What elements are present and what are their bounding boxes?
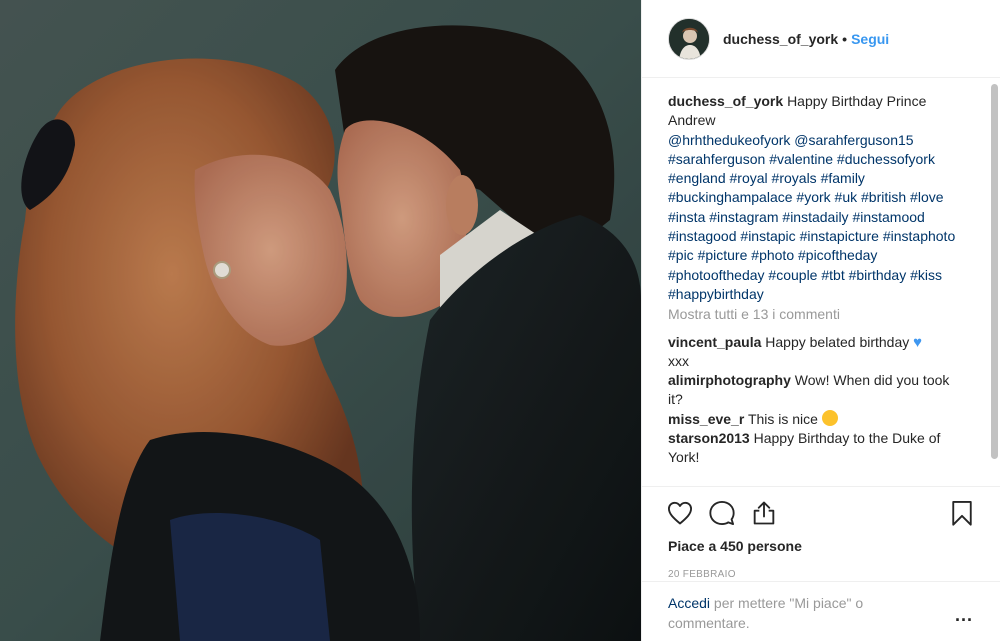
hashtag[interactable]: #couple — [768, 267, 817, 283]
comment-username[interactable]: alimirphotography — [668, 372, 791, 388]
post-photo[interactable] — [0, 0, 641, 641]
hashtag[interactable]: #photooftheday — [668, 267, 765, 283]
comment-text-continued: xxx — [668, 352, 689, 369]
hashtag[interactable]: #instagood — [668, 228, 737, 244]
hashtag[interactable]: #sarahferguson — [668, 151, 765, 167]
heart-outline-icon[interactable] — [666, 499, 694, 527]
smiling-face-emoji-icon — [821, 409, 838, 426]
follow-button[interactable]: Segui — [851, 31, 889, 47]
avatar[interactable] — [668, 17, 710, 60]
more-options-icon[interactable]: ... — [955, 606, 973, 624]
hashtag[interactable]: #pic — [668, 247, 694, 263]
header-separator: • — [842, 30, 848, 47]
comment-text: Happy belated birthday — [765, 333, 910, 350]
caption-username[interactable]: duchess_of_york — [668, 93, 783, 109]
hashtag[interactable]: #england — [668, 170, 726, 186]
login-prompt: Accedi per mettere "Mi piace" o commenta… — [642, 581, 1000, 641]
hashtag[interactable]: #instamood — [852, 209, 924, 225]
post-header: duchess_of_york • Segui — [642, 0, 1000, 78]
comment-bubble-icon[interactable] — [708, 499, 736, 527]
hashtag[interactable]: #kiss — [910, 267, 942, 283]
post-date: 20 FEBBRAIO — [668, 569, 736, 580]
comment-item: alimirphotography Wow! When did you took… — [668, 371, 968, 410]
bookmark-icon[interactable] — [948, 499, 976, 527]
post-sidebar: duchess_of_york • Segui duchess_of_york … — [641, 0, 1000, 641]
hashtag[interactable]: #british — [861, 189, 906, 205]
share-icon[interactable] — [750, 499, 778, 527]
hashtag[interactable]: #family — [821, 170, 865, 186]
comment-username[interactable]: starson2013 — [668, 430, 750, 446]
view-all-comments-link[interactable]: Mostra tutti e 13 i commenti — [668, 305, 968, 324]
hashtag[interactable]: #instaphoto — [883, 228, 955, 244]
hashtag[interactable]: #instapicture — [800, 228, 879, 244]
hashtag[interactable]: #valentine — [769, 151, 833, 167]
hashtag[interactable]: #picture — [698, 247, 748, 263]
hashtag[interactable]: #york — [796, 189, 830, 205]
action-bar: Piace a 450 persone 20 FEBBRAIO — [642, 486, 1000, 580]
login-prompt-text: Accedi per mettere "Mi piace" o commenta… — [668, 594, 908, 633]
comment-item: miss_eve_r This is nice — [668, 409, 968, 429]
comment-text: This is nice — [747, 410, 818, 427]
avatar-image — [669, 18, 709, 59]
header-username[interactable]: duchess_of_york — [723, 31, 838, 47]
hashtag[interactable]: #buckinghampalace — [668, 189, 793, 205]
hashtag[interactable]: #instagram — [709, 209, 778, 225]
likes-count[interactable]: Piace a 450 persone — [642, 538, 1000, 554]
hashtag[interactable]: #love — [910, 189, 943, 205]
hashtag[interactable]: #uk — [835, 189, 858, 205]
hashtag[interactable]: #instadaily — [782, 209, 848, 225]
couple-kissing-photo — [0, 0, 641, 641]
comment-username[interactable]: vincent_paula — [668, 334, 761, 350]
hashtag[interactable]: #photo — [751, 247, 794, 263]
action-buttons — [642, 487, 1000, 539]
comment-username[interactable]: miss_eve_r — [668, 411, 744, 427]
hashtag[interactable]: #insta — [668, 209, 705, 225]
mention[interactable]: @hrhthedukeofyork — [668, 132, 790, 148]
hashtag[interactable]: #royals — [772, 170, 817, 186]
login-link[interactable]: Accedi — [668, 595, 710, 611]
instagram-post: duchess_of_york • Segui duchess_of_york … — [0, 0, 1000, 641]
comment-item: vincent_paula Happy belated birthday ♥ x… — [668, 333, 968, 372]
hashtag[interactable]: #tbt — [821, 267, 844, 283]
hashtag[interactable]: #duchessofyork — [837, 151, 935, 167]
hashtag[interactable]: #picoftheday — [798, 247, 877, 263]
hashtag[interactable]: #instapic — [740, 228, 795, 244]
blue-heart-emoji-icon: ♥ — [913, 333, 923, 351]
hashtag[interactable]: #happybirthday — [668, 286, 764, 302]
mention[interactable]: @sarahferguson15 — [794, 132, 913, 148]
comment-item: starson2013 Happy Birthday to the Duke o… — [668, 429, 968, 468]
hashtag[interactable]: #birthday — [849, 267, 907, 283]
hashtag[interactable]: #royal — [730, 170, 768, 186]
comments-list: duchess_of_york Happy Birthday Prince An… — [668, 92, 968, 484]
caption: duchess_of_york Happy Birthday Prince An… — [668, 92, 968, 304]
comments-scrollbar[interactable] — [991, 84, 998, 459]
